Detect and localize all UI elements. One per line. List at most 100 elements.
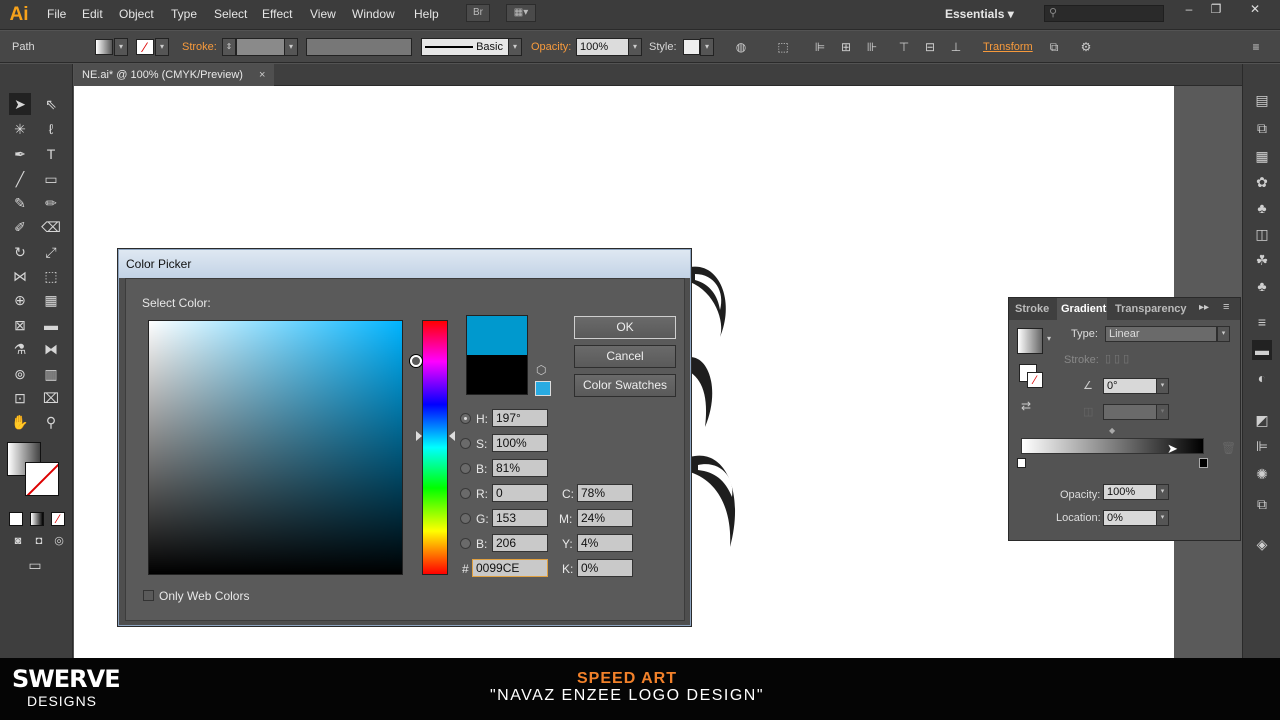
zoom-tool-icon[interactable]: ⚲: [40, 411, 62, 433]
close-tab-icon[interactable]: ×: [259, 64, 265, 86]
appearance-icon[interactable]: ☘: [1252, 250, 1272, 270]
layers-panel-icon[interactable]: ◈: [1252, 534, 1272, 554]
green-radio[interactable]: [460, 513, 471, 524]
align-middle-icon[interactable]: ⊟: [922, 39, 938, 55]
angle-field[interactable]: 0°: [1103, 378, 1157, 394]
align-to-selection-icon[interactable]: ⬚: [775, 39, 791, 55]
draw-inside-icon[interactable]: ◎: [48, 530, 70, 552]
control-menu-icon[interactable]: ≡: [1248, 39, 1264, 55]
menu-edit[interactable]: Edit: [82, 7, 103, 21]
menu-window[interactable]: Window: [352, 7, 395, 21]
gradient-stop-white[interactable]: [1017, 458, 1026, 468]
align-bottom-icon[interactable]: ⊥: [948, 39, 964, 55]
menu-effect[interactable]: Effect: [262, 7, 292, 21]
blue-field[interactable]: 206: [492, 534, 548, 552]
stroke-weight-dropdown[interactable]: ▾: [284, 38, 298, 56]
gradient-thumbnail-dropdown[interactable]: ▾: [1047, 334, 1051, 343]
blob-brush-tool-icon[interactable]: ✐: [9, 216, 31, 238]
stroke-color-dropdown[interactable]: ▾: [155, 38, 169, 56]
opacity-dropdown[interactable]: ▾: [1156, 484, 1169, 500]
dialog-title[interactable]: Color Picker: [119, 250, 690, 278]
menu-type[interactable]: Type: [171, 7, 197, 21]
document-tab[interactable]: NE.ai* @ 100% (CMYK/Preview) ×: [74, 64, 274, 86]
gradient-panel-icon[interactable]: ▬: [1252, 340, 1272, 360]
lasso-tool-icon[interactable]: ℓ: [40, 118, 62, 140]
hue-field[interactable]: 197°: [492, 409, 548, 427]
symbols-icon[interactable]: ♣: [1252, 198, 1272, 218]
opacity-label[interactable]: Opacity:: [531, 41, 571, 53]
stroke-none-swatch[interactable]: ⁄: [136, 39, 154, 55]
artboards-panel-icon[interactable]: ⧉: [1252, 494, 1272, 514]
transparency-panel-icon[interactable]: ◐: [1252, 368, 1272, 388]
yellow-field[interactable]: 4%: [577, 534, 633, 552]
screen-mode-icon[interactable]: ▭: [24, 554, 46, 576]
hue-slider-right-arrow[interactable]: [449, 431, 455, 441]
align-center-icon[interactable]: ⊞: [838, 39, 854, 55]
rectangle-tool-icon[interactable]: ▭: [40, 168, 62, 190]
blend-tool-icon[interactable]: ⧓: [40, 338, 62, 360]
type-tool-icon[interactable]: T: [40, 143, 62, 165]
opacity-field[interactable]: 100%: [576, 38, 630, 56]
gradient-type-select[interactable]: Linear: [1105, 326, 1217, 342]
symbol-sprayer-tool-icon[interactable]: ⊚: [9, 363, 31, 385]
artboard-tool-icon[interactable]: ⊡: [9, 387, 31, 409]
align-panel-icon[interactable]: ⊫: [1252, 436, 1272, 456]
direct-selection-tool-icon[interactable]: ⇖: [40, 93, 62, 115]
gradient-stop-black[interactable]: [1199, 458, 1208, 468]
draw-behind-icon[interactable]: ◘: [28, 530, 50, 552]
fill-swatch[interactable]: [95, 39, 113, 55]
red-field[interactable]: 0: [492, 484, 548, 502]
brush-definition[interactable]: Basic: [421, 38, 509, 56]
selection-tool-icon[interactable]: ➤: [9, 93, 31, 115]
location-dropdown[interactable]: ▾: [1156, 510, 1169, 526]
stroke-weight-field[interactable]: [236, 38, 286, 56]
brushes-icon[interactable]: ✿: [1252, 172, 1272, 192]
panel-menu-icon[interactable]: ≡: [1223, 301, 1229, 313]
shape-builder-tool-icon[interactable]: ⊕: [9, 289, 31, 311]
gradient-thumbnail[interactable]: [1017, 328, 1043, 354]
color-selector-ring[interactable]: [410, 355, 422, 367]
transform-panel-icon[interactable]: ✺: [1252, 464, 1272, 484]
perspective-grid-tool-icon[interactable]: ▦: [40, 289, 62, 311]
tab-gradient[interactable]: Gradient: [1057, 298, 1107, 320]
draw-normal-icon[interactable]: ◙: [7, 530, 29, 552]
hue-radio[interactable]: [460, 413, 471, 424]
magic-wand-tool-icon[interactable]: ✳: [9, 118, 31, 140]
pencil-tool-icon[interactable]: ✏: [40, 192, 62, 214]
saturation-brightness-field[interactable]: [148, 320, 403, 575]
graphic-styles-icon[interactable]: ◫: [1252, 224, 1272, 244]
mesh-tool-icon[interactable]: ⊠: [9, 314, 31, 336]
swatches-icon[interactable]: ▦: [1252, 146, 1272, 166]
brush-dropdown[interactable]: ▾: [508, 38, 522, 56]
align-left-icon[interactable]: ⊫: [812, 39, 828, 55]
graphic-style-swatch[interactable]: [683, 39, 700, 55]
variable-width-profile[interactable]: [306, 38, 412, 56]
arrange-documents-button[interactable]: ▦▾: [506, 4, 536, 22]
stroke-color-box[interactable]: [25, 462, 59, 496]
color-mode-icon[interactable]: [9, 512, 23, 526]
fill-dropdown[interactable]: ▾: [114, 38, 128, 56]
free-transform-tool-icon[interactable]: ⬚: [40, 265, 62, 287]
out-of-gamut-icon[interactable]: ⬡: [536, 363, 546, 377]
opacity-dropdown[interactable]: ▾: [628, 38, 642, 56]
width-tool-icon[interactable]: ⋈: [9, 265, 31, 287]
blue-radio[interactable]: [460, 538, 471, 549]
hex-field[interactable]: 0099CE: [472, 559, 548, 577]
type-dropdown[interactable]: ▾: [1217, 326, 1230, 342]
saturation-radio[interactable]: [460, 438, 471, 449]
isolate-icon[interactable]: ⧉: [1046, 39, 1062, 55]
align-right-icon[interactable]: ⊪: [864, 39, 880, 55]
stroke-panel-icon[interactable]: ≡: [1252, 312, 1272, 332]
gamut-color-swatch[interactable]: [535, 381, 551, 396]
none-mode-icon[interactable]: ⁄: [51, 512, 65, 526]
column-graph-tool-icon[interactable]: ▥: [40, 363, 62, 385]
expand-panel-icon[interactable]: ▸▸: [1199, 302, 1209, 313]
close-icon[interactable]: ✕: [1243, 2, 1267, 16]
color-guide-icon[interactable]: ⧉: [1252, 118, 1272, 138]
hue-slider[interactable]: [422, 320, 448, 575]
ok-button[interactable]: OK: [574, 316, 676, 339]
original-color-swatch[interactable]: [466, 355, 528, 395]
transform-link[interactable]: Transform: [983, 41, 1033, 53]
color-swatches-button[interactable]: Color Swatches: [574, 374, 676, 397]
green-field[interactable]: 153: [492, 509, 548, 527]
